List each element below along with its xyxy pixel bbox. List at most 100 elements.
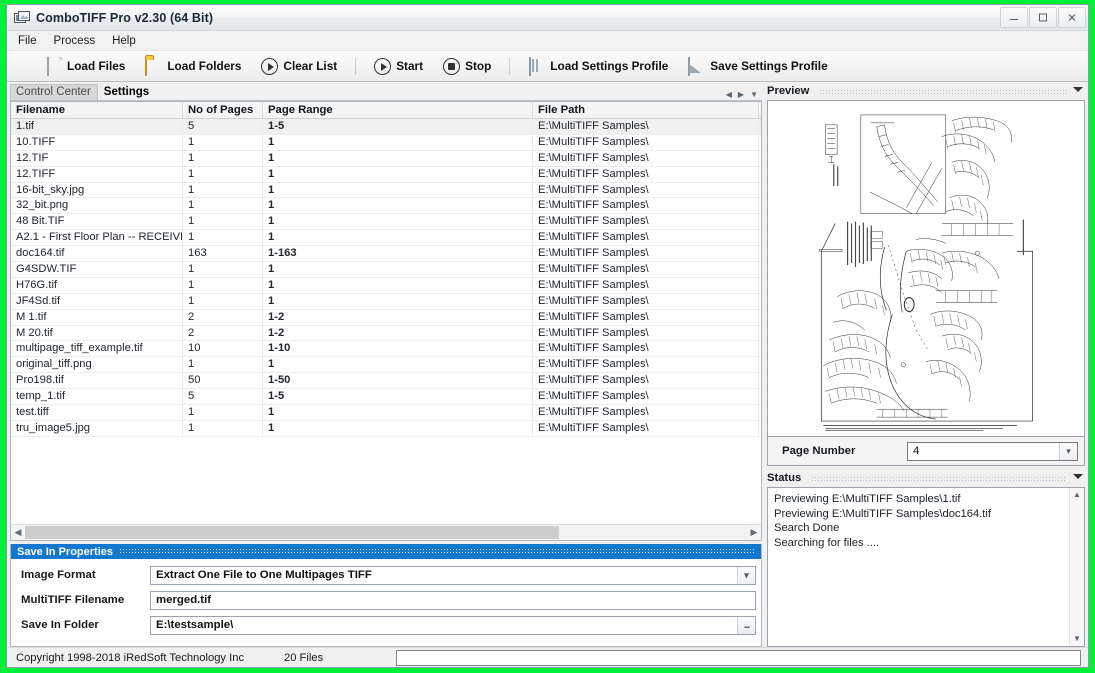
status-title: Status xyxy=(767,472,802,484)
tab-settings[interactable]: Settings xyxy=(97,84,157,100)
cell-filename: original_tiff.png xyxy=(11,357,183,373)
menu-help[interactable]: Help xyxy=(112,35,136,47)
column-header-no-of-pages[interactable]: No of Pages xyxy=(183,102,263,118)
tab-scroll-right-icon[interactable]: ▶ xyxy=(738,91,744,99)
preview-panel-header: Preview xyxy=(767,84,1085,98)
main-body: Control Center Settings ◀ ▶ ▼ Filename N… xyxy=(7,82,1088,647)
cell-file-path: E:\MultiTIFF Samples\ xyxy=(533,246,759,262)
table-row[interactable]: M 1.tif 2 1-2 E:\MultiTIFF Samples\ xyxy=(11,309,761,326)
chevron-down-icon[interactable]: ▾ xyxy=(1059,442,1077,460)
cell-page-range: 1 xyxy=(263,405,533,420)
column-header-page-range[interactable]: Page Range xyxy=(263,102,533,118)
start-button[interactable]: Start xyxy=(364,53,433,79)
title-bar: ComboTIFF Pro v2.30 (64 Bit) xyxy=(7,5,1088,31)
cell-file-path: E:\MultiTIFF Samples\ xyxy=(533,373,759,389)
column-header-file-path[interactable]: File Path xyxy=(533,102,759,118)
load-folders-button[interactable]: Load Folders xyxy=(135,53,251,79)
chevron-down-icon[interactable]: ▾ xyxy=(737,566,755,584)
table-row[interactable]: 32_bit.png 1 1 E:\MultiTIFF Samples\ xyxy=(11,198,761,215)
status-vscrollbar[interactable]: ▲ ▼ xyxy=(1069,488,1084,646)
tab-control-center[interactable]: Control Center xyxy=(10,84,98,100)
table-row[interactable]: A2.1 - First Floor Plan -- RECEIVED ...1… xyxy=(11,230,761,247)
image-format-combobox[interactable]: Extract One File to One Multipages TIFF … xyxy=(150,565,756,585)
table-row[interactable]: 48 Bit.TIF 1 1 E:\MultiTIFF Samples\ xyxy=(11,214,761,231)
cell-page-range: 1 xyxy=(263,182,533,198)
cell-file-path: E:\MultiTIFF Samples\ xyxy=(533,389,759,405)
copyright-text: Copyright 1998-2018 iRedSoft Technology … xyxy=(16,651,245,664)
file-list-view[interactable]: Filename No of Pages Page Range File Pat… xyxy=(10,101,762,541)
image-format-value: Extract One File to One Multipages TIFF xyxy=(156,569,372,581)
table-row[interactable]: tru_image5.jpg 1 1 E:\MultiTIFF Samples\ xyxy=(11,420,761,437)
load-settings-profile-button[interactable]: Load Settings Profile xyxy=(518,53,678,79)
table-row[interactable]: 12.TIFF 1 1 E:\MultiTIFF Samples\ xyxy=(11,166,761,183)
vscroll-down-arrow-icon[interactable]: ▼ xyxy=(1070,632,1084,646)
hscroll-track[interactable] xyxy=(25,526,747,539)
hscroll-right-arrow-icon[interactable]: ▶ xyxy=(747,526,761,539)
save-settings-profile-button[interactable]: Save Settings Profile xyxy=(678,53,837,79)
tab-list-dropdown-icon[interactable]: ▼ xyxy=(750,91,758,99)
table-row[interactable]: H76G.tif 1 1 E:\MultiTIFF Samples\ xyxy=(11,277,761,294)
cell-no-of-pages: 2 xyxy=(183,325,263,341)
plat-map-preview-image xyxy=(768,103,1084,434)
cell-filename: H76G.tif xyxy=(11,277,183,293)
vscroll-up-arrow-icon[interactable]: ▲ xyxy=(1070,488,1084,502)
cell-file-path: E:\MultiTIFF Samples\ xyxy=(533,405,759,420)
cell-file-path: E:\MultiTIFF Samples\ xyxy=(533,230,759,246)
status-log-container[interactable]: Previewing E:\MultiTIFF Samples\1.tif Pre… xyxy=(767,487,1085,647)
table-row[interactable]: 10.TIFF 1 1 E:\MultiTIFF Samples\ xyxy=(11,134,761,151)
hscroll-left-arrow-icon[interactable]: ◀ xyxy=(11,526,25,539)
table-row[interactable]: doc164.tif 163 1-163 E:\MultiTIFF Samples\ xyxy=(11,246,761,263)
clear-list-button[interactable]: Clear List xyxy=(251,53,347,79)
file-count-text: 20 Files xyxy=(284,651,324,664)
hscroll-thumb[interactable] xyxy=(25,526,560,539)
menu-file[interactable]: File xyxy=(18,35,37,47)
table-row[interactable]: 1.tif 5 1-5 E:\MultiTIFF Samples\ xyxy=(11,119,761,135)
page-number-value: 4 xyxy=(913,445,920,457)
status-collapse-caret-icon[interactable] xyxy=(1073,474,1083,479)
menu-process[interactable]: Process xyxy=(54,35,96,47)
browse-folder-button[interactable]: ... xyxy=(737,616,755,634)
table-row[interactable]: 16-bit_sky.jpg 1 1 E:\MultiTIFF Samples\ xyxy=(11,182,761,199)
save-in-folder-input[interactable]: E:\testsample\ ... xyxy=(150,615,756,635)
toolbar-separator-1 xyxy=(355,57,357,75)
cell-no-of-pages: 1 xyxy=(183,166,263,182)
table-row[interactable]: Pro198.tif 50 1-50 E:\MultiTIFF Samples\ xyxy=(11,373,761,390)
table-row[interactable]: JF4Sd.tif 1 1 E:\MultiTIFF Samples\ xyxy=(11,293,761,310)
window-title: ComboTIFF Pro v2.30 (64 Bit) xyxy=(36,10,214,25)
multitiff-filename-input[interactable]: merged.tif xyxy=(150,590,756,610)
minimize-button[interactable] xyxy=(1000,7,1028,28)
table-row[interactable]: temp_1.tif 5 1-5 E:\MultiTIFF Samples\ xyxy=(11,389,761,406)
preview-collapse-caret-icon[interactable] xyxy=(1073,87,1083,92)
save-in-properties-title: Save In Properties xyxy=(17,545,113,558)
tab-scroll-left-icon[interactable]: ◀ xyxy=(726,91,732,99)
cell-filename: 10.TIFF xyxy=(11,134,183,150)
cell-page-range: 1 xyxy=(263,134,533,150)
table-row[interactable]: G4SDW.TIF 1 1 E:\MultiTIFF Samples\ xyxy=(11,262,761,278)
status-panel-header: Status xyxy=(767,471,1085,485)
table-row[interactable]: M 20.tif 2 1-2 E:\MultiTIFF Samples\ xyxy=(11,325,761,342)
stop-button[interactable]: Stop xyxy=(433,53,501,79)
cell-no-of-pages: 1 xyxy=(183,134,263,150)
cell-no-of-pages: 1 xyxy=(183,293,263,309)
table-row[interactable]: 12.TIF 1 1 E:\MultiTIFF Samples\ xyxy=(11,150,761,167)
close-button[interactable] xyxy=(1058,7,1086,28)
page-number-combobox[interactable]: 4 ▾ xyxy=(907,441,1078,461)
cell-file-path: E:\MultiTIFF Samples\ xyxy=(533,309,759,325)
cell-no-of-pages: 10 xyxy=(183,341,263,357)
cell-no-of-pages: 2 xyxy=(183,309,263,325)
cell-page-range: 1 xyxy=(263,262,533,277)
cell-filename: tru_image5.jpg xyxy=(11,420,183,436)
cell-page-range: 1-2 xyxy=(263,325,533,341)
preview-image-container[interactable] xyxy=(767,100,1085,437)
column-header-filename[interactable]: Filename xyxy=(11,102,183,118)
table-row[interactable]: original_tiff.png 1 1 E:\MultiTIFF Samples\ xyxy=(11,357,761,374)
cell-filename: M 1.tif xyxy=(11,309,183,325)
maximize-button[interactable] xyxy=(1029,7,1057,28)
table-row[interactable]: test.tiff 1 1 E:\MultiTIFF Samples\ xyxy=(11,405,761,421)
load-files-button[interactable]: Load Files xyxy=(35,53,135,79)
table-row[interactable]: multipage_tiff_example.tif 10 1-10 E:\Multi… xyxy=(11,341,761,358)
screen-capture-background: ComboTIFF Pro v2.30 (64 Bit) File Proces… xyxy=(0,0,1095,673)
file-list-hscrollbar[interactable]: ◀ ▶ xyxy=(11,524,761,540)
image-format-label: Image Format xyxy=(21,569,96,581)
menu-bar: File Process Help xyxy=(7,31,1088,51)
